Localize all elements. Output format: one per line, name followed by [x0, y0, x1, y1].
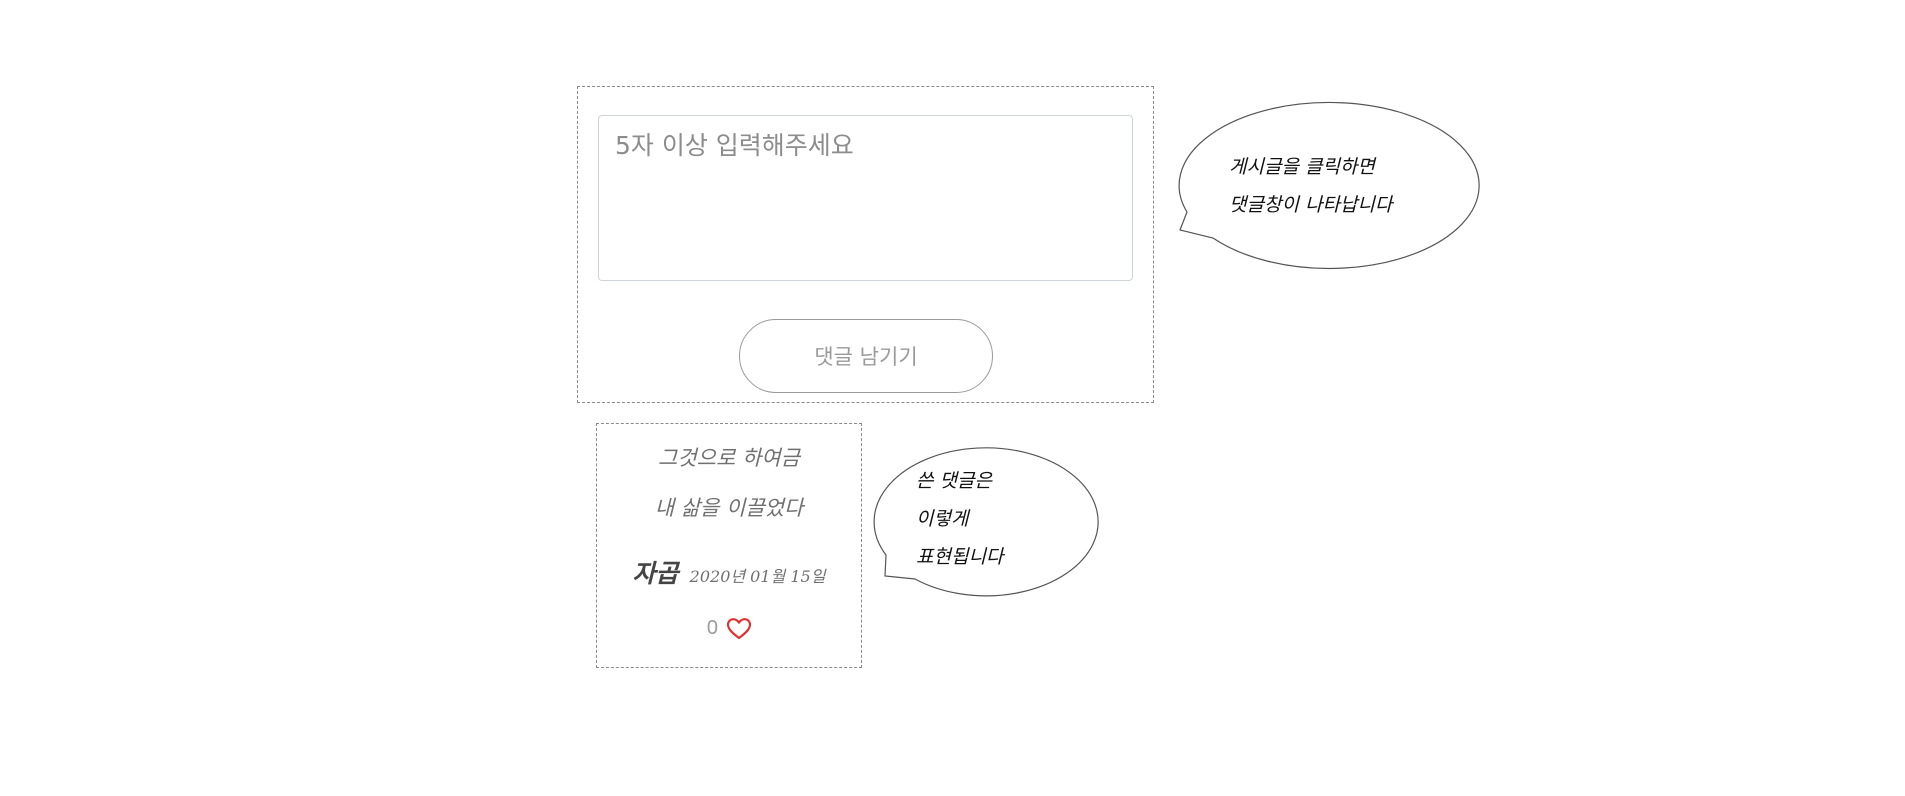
comment-meta: 자곱 2020년 01월 15일 [597, 554, 861, 590]
comment-card: 그것으로 하여금 내 삶을 이끌었다 자곱 2020년 01월 15일 0 [596, 423, 862, 668]
comment-date: 2020년 01월 15일 [689, 567, 826, 586]
page: 댓글 남기기 그것으로 하여금 내 삶을 이끌었다 자곱 2020년 01월 1… [0, 0, 1905, 796]
heart-icon[interactable] [727, 617, 752, 640]
bubble-text: 게시글을 클릭하면 댓글창이 나타납니다 [1229, 156, 1393, 216]
like-count: 0 [706, 617, 719, 639]
speech-bubble-post-hint: 게시글을 클릭하면 댓글창이 나타납니다 [1175, 100, 1485, 272]
comment-author: 자곱 [632, 559, 679, 588]
comment-form: 댓글 남기기 [577, 86, 1154, 403]
bubble-text: 쓴 댓글은 이렇게 표현됩니다 [916, 470, 1004, 568]
comment-input[interactable] [598, 115, 1133, 281]
submit-comment-button[interactable]: 댓글 남기기 [739, 319, 993, 393]
speech-bubble-comment-hint: 쓴 댓글은 이렇게 표현됩니다 [870, 445, 1100, 598]
comment-text-line: 내 삶을 이끌었다 [654, 496, 804, 520]
comment-text-line: 그것으로 하여금 [658, 446, 800, 470]
like-row: 0 [597, 617, 861, 640]
